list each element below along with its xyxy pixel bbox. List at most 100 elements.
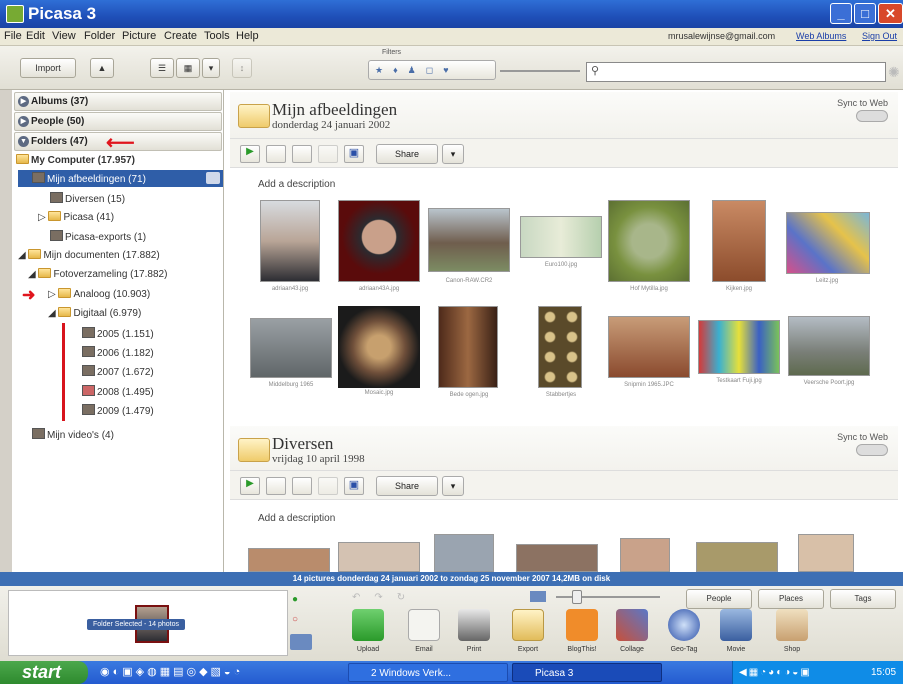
selected-folder-item[interactable]: Mijn afbeeldingen (71) <box>18 170 223 187</box>
menu-help[interactable]: Help <box>236 30 259 42</box>
web-albums-link[interactable]: Web Albums <box>796 31 846 41</box>
photo-thumbnail[interactable] <box>250 318 332 378</box>
tags-button[interactable]: Tags <box>830 589 896 609</box>
taskbar-task-windows[interactable]: 2 Windows Verk... <box>348 663 508 682</box>
photo-thumbnail[interactable] <box>338 200 420 282</box>
start-button[interactable]: start <box>0 661 88 684</box>
photo-thumbnail[interactable] <box>338 542 420 572</box>
play-slideshow-icon[interactable]: ▶ <box>240 477 260 495</box>
share-dropdown-icon[interactable]: ▾ <box>442 476 464 496</box>
tree-item-2005[interactable]: 2005 (1.151) <box>82 327 154 340</box>
collage-tool-icon[interactable] <box>616 609 648 641</box>
menu-create[interactable]: Create <box>164 30 197 42</box>
photo-thumbnail[interactable] <box>620 538 670 572</box>
filter-buttons[interactable]: ★♦♟◻♥ <box>368 60 496 80</box>
movie-tool-icon[interactable] <box>720 609 752 641</box>
tree-item-2006[interactable]: 2006 (1.182) <box>82 346 154 359</box>
search-input[interactable]: ⚲ <box>586 62 886 82</box>
tree-item-2007[interactable]: 2007 (1.672) <box>82 365 154 378</box>
list-view-icon[interactable]: ☰ <box>150 58 174 78</box>
photo-thumbnail[interactable] <box>428 208 510 272</box>
hold-icon[interactable]: ● <box>292 594 306 608</box>
photo-thumbnail[interactable] <box>608 316 690 378</box>
collage-icon[interactable] <box>266 145 286 163</box>
email-icon[interactable] <box>408 609 440 641</box>
photo-thumbnail[interactable] <box>248 548 330 572</box>
tree-item-picasa-exports[interactable]: Picasa-exports (1) <box>50 230 146 243</box>
photo-thumbnail[interactable] <box>788 316 870 376</box>
places-button[interactable]: Places <box>758 589 824 609</box>
filter-slider[interactable] <box>500 70 580 72</box>
close-icon[interactable]: ✕ <box>878 3 903 24</box>
tree-item-2009[interactable]: 2009 (1.479) <box>82 404 154 417</box>
movie-icon[interactable] <box>292 477 312 495</box>
my-computer-item[interactable]: My Computer (17.957) <box>16 154 135 166</box>
folder-title[interactable]: Diversen <box>272 434 333 454</box>
taskbar-task-picasa[interactable]: Picasa 3 <box>512 663 662 682</box>
star-icon[interactable] <box>318 477 338 495</box>
upload-icon[interactable] <box>352 609 384 641</box>
star-icon[interactable] <box>318 145 338 163</box>
photo-thumbnail[interactable] <box>538 306 582 388</box>
photo-thumbnail[interactable] <box>698 320 780 374</box>
tree-item-diversen[interactable]: Diversen (15) <box>50 192 125 205</box>
import-button[interactable]: Import <box>20 58 76 78</box>
minimize-icon[interactable]: _ <box>830 3 852 24</box>
share-button[interactable]: Share <box>376 476 438 496</box>
photo-thumbnail[interactable] <box>696 542 778 572</box>
photo-thumbnail[interactable] <box>786 212 870 274</box>
print-icon[interactable] <box>458 609 490 641</box>
maximize-icon[interactable]: □ <box>854 3 876 24</box>
menu-file[interactable]: File <box>4 30 22 42</box>
photo-thumbnail[interactable] <box>338 306 420 388</box>
photo-thumbnail[interactable] <box>434 534 494 572</box>
tree-item-2008[interactable]: 2008 (1.495) <box>82 385 154 398</box>
sort-icon[interactable]: ↕ <box>232 58 252 78</box>
sync-toggle[interactable] <box>856 110 888 122</box>
tree-item-mijn-videos[interactable]: Mijn video's (4) <box>32 428 114 441</box>
photo-thumbnail[interactable] <box>520 216 602 258</box>
share-button[interactable]: Share <box>376 144 438 164</box>
view-dropdown-icon[interactable]: ▾ <box>202 58 220 78</box>
slider-handle[interactable] <box>572 590 582 604</box>
blogthis-icon[interactable] <box>566 609 598 641</box>
clear-icon[interactable]: ○ <box>292 614 306 628</box>
add-description[interactable]: Add a description <box>258 513 335 524</box>
movie-icon[interactable] <box>292 145 312 163</box>
people-header[interactable]: ▶ People (50) <box>14 112 222 131</box>
sign-out-link[interactable]: Sign Out <box>862 31 897 41</box>
photo-thumbnail[interactable] <box>712 200 766 282</box>
albums-header[interactable]: ▶ Albums (37) <box>14 92 222 111</box>
add-description[interactable]: Add a description <box>258 179 335 190</box>
photo-thumbnail[interactable] <box>516 544 598 572</box>
tray-icons[interactable]: ◀▦◔◕◐◑◒▣ <box>739 661 812 684</box>
play-slideshow-icon[interactable]: ▶ <box>240 145 260 163</box>
sync-toggle[interactable] <box>856 444 888 456</box>
upload-toolbar-icon[interactable]: ▲ <box>90 58 114 78</box>
people-button[interactable]: People <box>686 589 752 609</box>
photo-thumbnail[interactable] <box>438 306 498 388</box>
thumbnail-view-icon[interactable]: ▦ <box>176 58 200 78</box>
menu-picture[interactable]: Picture <box>122 30 156 42</box>
geo-tag-icon[interactable] <box>668 609 700 641</box>
menu-edit[interactable]: Edit <box>26 30 45 42</box>
export-icon[interactable] <box>512 609 544 641</box>
menu-folder[interactable]: Folder <box>84 30 115 42</box>
photo-thumbnail[interactable] <box>260 200 320 282</box>
folder-title[interactable]: Mijn afbeeldingen <box>272 100 397 120</box>
save-icon[interactable]: ▣ <box>344 145 364 163</box>
shop-icon[interactable] <box>776 609 808 641</box>
menu-tools[interactable]: Tools <box>204 30 230 42</box>
quick-launch-icons[interactable]: ◉◐▣◈◍▦▤◎◆▧◒◔ <box>100 665 243 678</box>
save-icon[interactable]: ▣ <box>344 477 364 495</box>
photo-thumbnail[interactable] <box>608 200 690 282</box>
tree-item-mijn-documenten[interactable]: ◢ Mijn documenten (17.882) <box>18 249 160 261</box>
photo-thumbnail[interactable] <box>798 534 854 572</box>
tree-item-digitaal[interactable]: ◢ Digitaal (6.979) <box>48 307 141 319</box>
tree-item-fotoverzameling[interactable]: ◢ Fotoverzameling (17.882) <box>28 268 167 280</box>
menu-view[interactable]: View <box>52 30 76 42</box>
tree-item-analoog[interactable]: ▷ Analoog (10.903) <box>48 288 150 300</box>
add-to-album-icon[interactable] <box>290 634 312 650</box>
collage-icon[interactable] <box>266 477 286 495</box>
tree-item-picasa[interactable]: ▷ Picasa (41) <box>38 211 114 223</box>
